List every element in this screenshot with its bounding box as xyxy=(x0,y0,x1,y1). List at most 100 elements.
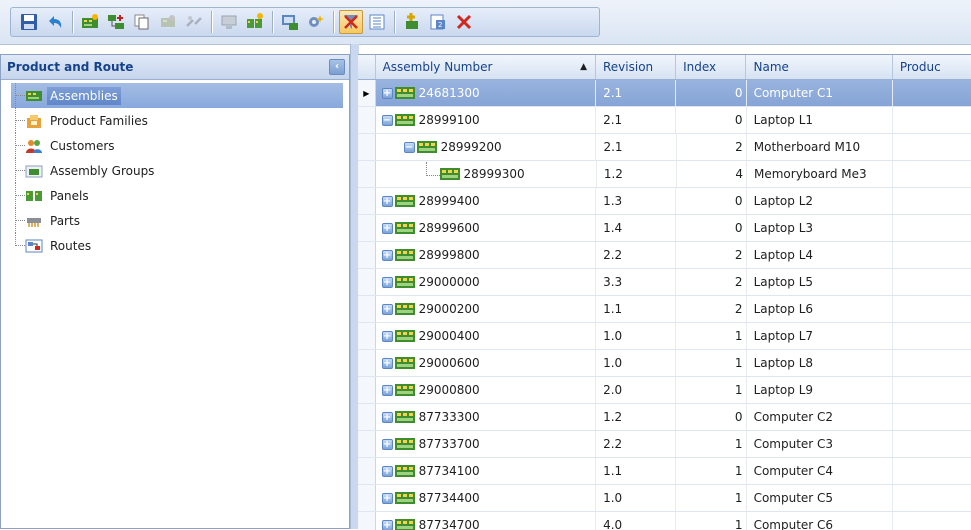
cell-revision[interactable]: 2.0 xyxy=(596,377,676,403)
table-row[interactable]: +290004001.01Laptop L7 xyxy=(358,323,971,350)
cell-index[interactable]: 1 xyxy=(676,323,746,349)
expand-icon[interactable]: + xyxy=(382,412,393,423)
cell-product[interactable] xyxy=(893,458,971,484)
row-indicator[interactable] xyxy=(358,134,376,160)
row-indicator[interactable] xyxy=(358,188,376,214)
tree-item-assembly-groups[interactable]: Assembly Groups xyxy=(11,158,343,183)
cell-name[interactable]: Laptop L6 xyxy=(747,296,893,322)
cell-revision[interactable]: 1.1 xyxy=(596,296,676,322)
table-row[interactable]: +877333001.20Computer C2 xyxy=(358,404,971,431)
cell-revision[interactable]: 4.0 xyxy=(596,512,676,530)
cell-product[interactable] xyxy=(893,512,971,530)
expand-icon[interactable]: + xyxy=(382,520,393,530)
cell-assembly-number[interactable]: +28999400 xyxy=(376,188,597,214)
cell-revision[interactable]: 2.2 xyxy=(596,431,676,457)
cell-index[interactable]: 1 xyxy=(676,512,746,530)
cell-name[interactable]: Computer C1 xyxy=(747,80,893,106)
unlink-button[interactable] xyxy=(182,10,206,34)
cell-name[interactable]: Computer C5 xyxy=(747,485,893,511)
table-row[interactable]: +290006001.01Laptop L8 xyxy=(358,350,971,377)
table-row[interactable]: ▶+246813002.10Computer C1 xyxy=(358,80,971,107)
panel-view-button[interactable] xyxy=(217,10,241,34)
cell-name[interactable]: Laptop L4 xyxy=(747,242,893,268)
row-indicator[interactable] xyxy=(358,161,376,187)
cell-index[interactable]: 1 xyxy=(676,377,746,403)
expand-icon[interactable]: + xyxy=(382,385,393,396)
cell-name[interactable]: Laptop L7 xyxy=(747,323,893,349)
cell-product[interactable] xyxy=(893,323,971,349)
cell-name[interactable]: Laptop L8 xyxy=(747,350,893,376)
assign-button[interactable] xyxy=(278,10,302,34)
cell-assembly-number[interactable]: 28999300 xyxy=(376,161,597,187)
delete-button[interactable] xyxy=(452,10,476,34)
expand-icon[interactable]: + xyxy=(382,223,393,234)
cell-assembly-number[interactable]: +87733700 xyxy=(376,431,597,457)
column-header-name[interactable]: Name xyxy=(746,55,892,79)
row-indicator[interactable] xyxy=(358,296,376,322)
cell-assembly-number[interactable]: +24681300 xyxy=(376,80,597,106)
expand-icon[interactable]: + xyxy=(382,358,393,369)
table-row[interactable]: +290008002.01Laptop L9 xyxy=(358,377,971,404)
column-header-index[interactable]: Index xyxy=(676,55,746,79)
table-row[interactable]: +877337002.21Computer C3 xyxy=(358,431,971,458)
row-indicator[interactable] xyxy=(358,512,376,530)
cell-index[interactable]: 4 xyxy=(677,161,747,187)
expand-icon[interactable]: + xyxy=(382,466,393,477)
table-row[interactable]: +290000003.32Laptop L5 xyxy=(358,269,971,296)
row-indicator[interactable] xyxy=(358,404,376,430)
table-row[interactable]: −289991002.10Laptop L1 xyxy=(358,107,971,134)
cell-product[interactable] xyxy=(893,188,971,214)
tree-item-panels[interactable]: Panels xyxy=(11,183,343,208)
cell-index[interactable]: 1 xyxy=(676,350,746,376)
row-indicator[interactable]: ▶ xyxy=(358,80,376,106)
cell-product[interactable] xyxy=(893,134,971,160)
cell-name[interactable]: Memoryboard Me3 xyxy=(747,161,893,187)
cell-index[interactable]: 0 xyxy=(676,107,746,133)
row-indicator[interactable] xyxy=(358,323,376,349)
row-indicator[interactable] xyxy=(358,350,376,376)
cell-index[interactable]: 1 xyxy=(676,431,746,457)
new-assembly-button[interactable] xyxy=(78,10,102,34)
row-indicator[interactable] xyxy=(358,377,376,403)
cell-assembly-number[interactable]: +29000000 xyxy=(376,269,597,295)
expand-icon[interactable]: + xyxy=(382,493,393,504)
cell-product[interactable] xyxy=(893,296,971,322)
row-indicator[interactable] xyxy=(358,485,376,511)
cell-assembly-number[interactable]: +29000800 xyxy=(376,377,597,403)
cell-name[interactable]: Laptop L3 xyxy=(747,215,893,241)
cell-revision[interactable]: 2.1 xyxy=(596,80,676,106)
tree-item-product-families[interactable]: Product Families xyxy=(11,108,343,133)
table-row[interactable]: 289993001.24Memoryboard Me3 xyxy=(358,161,971,188)
cell-index[interactable]: 0 xyxy=(676,215,746,241)
table-row[interactable]: +289996001.40Laptop L3 xyxy=(358,215,971,242)
cell-product[interactable] xyxy=(893,350,971,376)
cell-revision[interactable]: 1.0 xyxy=(596,323,676,349)
cell-product[interactable] xyxy=(893,215,971,241)
cell-name[interactable]: Motherboard M10 xyxy=(747,134,893,160)
table-row[interactable]: +289994001.30Laptop L2 xyxy=(358,188,971,215)
table-row[interactable]: +289998002.22Laptop L4 xyxy=(358,242,971,269)
cell-revision[interactable]: 1.0 xyxy=(596,350,676,376)
cell-assembly-number[interactable]: +29000400 xyxy=(376,323,597,349)
list-view-button[interactable] xyxy=(365,10,389,34)
cell-assembly-number[interactable]: +29000600 xyxy=(376,350,597,376)
cell-index[interactable]: 0 xyxy=(676,404,746,430)
table-row[interactable]: +877344001.01Computer C5 xyxy=(358,485,971,512)
collapse-icon[interactable]: − xyxy=(382,115,393,126)
cell-revision[interactable]: 1.2 xyxy=(596,404,676,430)
cell-revision[interactable]: 3.3 xyxy=(596,269,676,295)
cell-index[interactable]: 0 xyxy=(676,188,746,214)
tree-item-customers[interactable]: Customers xyxy=(11,133,343,158)
cell-revision[interactable]: 2.1 xyxy=(596,134,676,160)
cell-assembly-number[interactable]: +87734700 xyxy=(376,512,597,530)
copy-button[interactable] xyxy=(130,10,154,34)
cell-index[interactable]: 2 xyxy=(677,134,747,160)
cell-revision[interactable]: 1.4 xyxy=(596,215,676,241)
expand-icon[interactable]: + xyxy=(382,439,393,450)
cell-name[interactable]: Computer C6 xyxy=(747,512,893,530)
tree-item-routes[interactable]: Routes xyxy=(11,233,343,258)
table-row[interactable]: −289992002.12Motherboard M10 xyxy=(358,134,971,161)
cell-assembly-number[interactable]: +28999600 xyxy=(376,215,597,241)
tree-item-parts[interactable]: Parts xyxy=(11,208,343,233)
expand-icon[interactable]: + xyxy=(382,331,393,342)
